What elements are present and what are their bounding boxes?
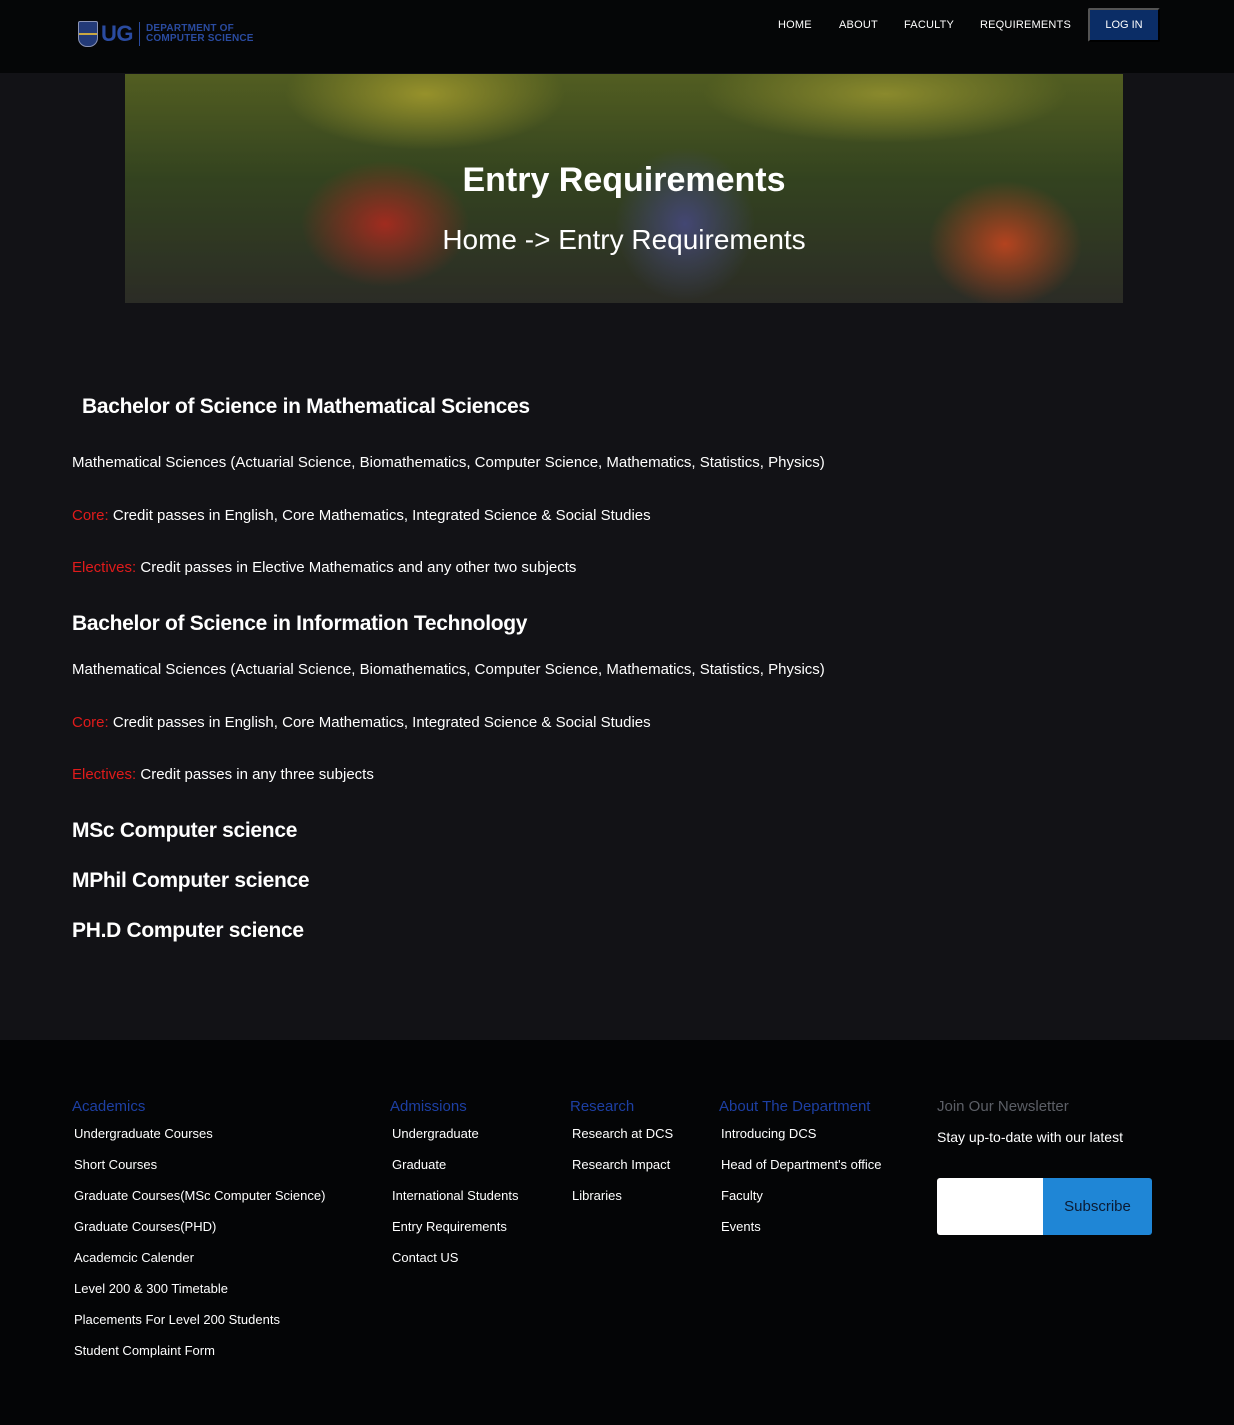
footer-heading-research: Research (570, 1098, 635, 1115)
footer-link[interactable]: International Students (392, 1187, 518, 1218)
footer-heading-academics: Academics (72, 1098, 146, 1115)
footer-link[interactable]: Research at DCS (572, 1125, 673, 1156)
site-footer: Academics Undergraduate Courses Short Co… (0, 1040, 1234, 1425)
footer-link[interactable]: Graduate Courses(MSc Computer Science) (74, 1187, 325, 1218)
footer-column-about: About The Department Introducing DCS Hea… (719, 1098, 882, 1249)
page-title: Entry Requirements (462, 161, 786, 199)
footer-link[interactable]: Entry Requirements (392, 1218, 518, 1249)
hero-banner: Entry Requirements Home -> Entry Require… (125, 74, 1123, 303)
electives-label: Electives: (72, 559, 137, 576)
newsletter-form: Subscribe (937, 1178, 1152, 1235)
footer-heading-newsletter: Join Our Newsletter (937, 1098, 1069, 1115)
footer-link[interactable]: Academcic Calender (74, 1249, 325, 1280)
footer-link[interactable]: Graduate Courses(PHD) (74, 1218, 325, 1249)
electives-requirement: Electives: Credit passes in Elective Mat… (72, 559, 576, 576)
core-text: Credit passes in English, Core Mathemati… (112, 714, 651, 731)
footer-link[interactable]: Head of Department's office (721, 1156, 882, 1187)
footer-column-admissions: Admissions Undergraduate Graduate Intern… (390, 1098, 518, 1280)
footer-link[interactable]: Level 200 & 300 Timetable (74, 1280, 325, 1311)
program-title: Bachelor of Science in Information Techn… (72, 612, 528, 635)
footer-link[interactable]: Graduate (392, 1156, 518, 1187)
core-text: Credit passes in English, Core Mathemati… (112, 507, 651, 524)
login-button[interactable]: LOG IN (1088, 8, 1160, 42)
newsletter-text: Stay up-to-date with our latest (937, 1129, 1123, 1145)
program-title-msc: MSc Computer science (72, 819, 298, 842)
core-label: Core: (72, 507, 109, 524)
footer-link[interactable]: Placements For Level 200 Students (74, 1311, 325, 1342)
footer-link[interactable]: Introducing DCS (721, 1125, 882, 1156)
footer-link[interactable]: Student Complaint Form (74, 1342, 325, 1373)
electives-text: Credit passes in Elective Mathematics an… (140, 559, 577, 576)
logo-dept-line2: COMPUTER SCIENCE (146, 33, 254, 44)
footer-link[interactable]: Research Impact (572, 1156, 673, 1187)
nav-faculty[interactable]: FACULTY (904, 19, 954, 33)
core-requirement: Core: Credit passes in English, Core Mat… (72, 714, 651, 731)
core-label: Core: (72, 714, 109, 731)
core-requirement: Core: Credit passes in English, Core Mat… (72, 507, 651, 524)
electives-text: Credit passes in any three subjects (140, 766, 374, 783)
nav-about[interactable]: ABOUT (839, 19, 878, 33)
program-title-mphil: MPhil Computer science (72, 869, 310, 892)
footer-link[interactable]: Contact US (392, 1249, 518, 1280)
breadcrumb: Home -> Entry Requirements (442, 224, 806, 255)
subscribe-button[interactable]: Subscribe (1043, 1178, 1152, 1235)
newsletter-email-input[interactable] (937, 1178, 1043, 1235)
logo-ug-text: UG (101, 22, 140, 46)
footer-link[interactable]: Short Courses (74, 1156, 325, 1187)
top-navbar: UG DEPARTMENT OF COMPUTER SCIENCE HOME A… (0, 0, 1234, 73)
footer-link[interactable]: Undergraduate (392, 1125, 518, 1156)
program-description: Mathematical Sciences (Actuarial Science… (72, 661, 825, 678)
footer-link[interactable]: Libraries (572, 1187, 673, 1218)
program-description: Mathematical Sciences (Actuarial Science… (72, 454, 825, 471)
footer-heading-about: About The Department (719, 1098, 871, 1115)
footer-link[interactable]: Faculty (721, 1187, 882, 1218)
program-title-phd: PH.D Computer science (72, 919, 304, 942)
university-crest-icon (78, 21, 98, 47)
footer-heading-admissions: Admissions (390, 1098, 467, 1115)
footer-column-newsletter: Join Our Newsletter Stay up-to-date with… (937, 1098, 1123, 1145)
footer-column-research: Research Research at DCS Research Impact… (570, 1098, 673, 1218)
nav-home[interactable]: HOME (778, 19, 812, 33)
logo-department-text: DEPARTMENT OF COMPUTER SCIENCE (146, 24, 254, 44)
site-logo[interactable]: UG DEPARTMENT OF COMPUTER SCIENCE (78, 20, 254, 48)
footer-link[interactable]: Events (721, 1218, 882, 1249)
footer-column-academics: Academics Undergraduate Courses Short Co… (72, 1098, 325, 1373)
program-title: Bachelor of Science in Mathematical Scie… (82, 395, 530, 418)
footer-link[interactable]: Undergraduate Courses (74, 1125, 325, 1156)
nav-requirements[interactable]: REQUIREMENTS (980, 19, 1071, 33)
electives-requirement: Electives: Credit passes in any three su… (72, 766, 374, 783)
electives-label: Electives: (72, 766, 137, 783)
